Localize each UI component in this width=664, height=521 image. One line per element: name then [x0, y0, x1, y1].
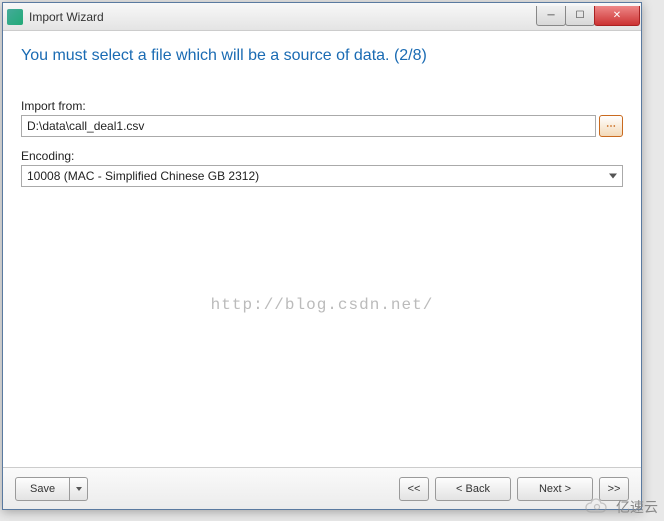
cloud-icon [584, 498, 612, 516]
titlebar: Import Wizard ─ ☐ ✕ [3, 3, 641, 31]
save-split-button: Save [15, 477, 88, 501]
encoding-select[interactable] [21, 165, 623, 187]
first-button[interactable]: << [399, 477, 429, 501]
maximize-button[interactable]: ☐ [565, 6, 595, 26]
encoding-label: Encoding: [21, 149, 623, 163]
next-button[interactable]: Next > [517, 477, 593, 501]
wizard-footer: Save << < Back Next > >> [3, 467, 641, 509]
window-controls: ─ ☐ ✕ [537, 6, 640, 26]
wizard-heading: You must select a file which will be a s… [21, 47, 623, 65]
close-button[interactable]: ✕ [594, 6, 640, 26]
back-button[interactable]: < Back [435, 477, 511, 501]
wizard-content: You must select a file which will be a s… [3, 31, 641, 467]
minimize-button[interactable]: ─ [536, 6, 566, 26]
import-from-row: ⋯ [21, 115, 623, 137]
encoding-row [21, 165, 623, 187]
ellipsis-icon: ⋯ [606, 121, 616, 132]
window-title: Import Wizard [29, 10, 537, 24]
browse-button[interactable]: ⋯ [599, 115, 623, 137]
blog-watermark: http://blog.csdn.net/ [211, 296, 434, 314]
import-from-input[interactable] [21, 115, 596, 137]
import-wizard-window: Import Wizard ─ ☐ ✕ You must select a fi… [2, 2, 642, 510]
site-watermark: 亿速云 [584, 497, 658, 517]
save-button[interactable]: Save [15, 477, 70, 501]
app-icon [7, 9, 23, 25]
import-from-label: Import from: [21, 99, 623, 113]
save-dropdown-button[interactable] [70, 477, 88, 501]
